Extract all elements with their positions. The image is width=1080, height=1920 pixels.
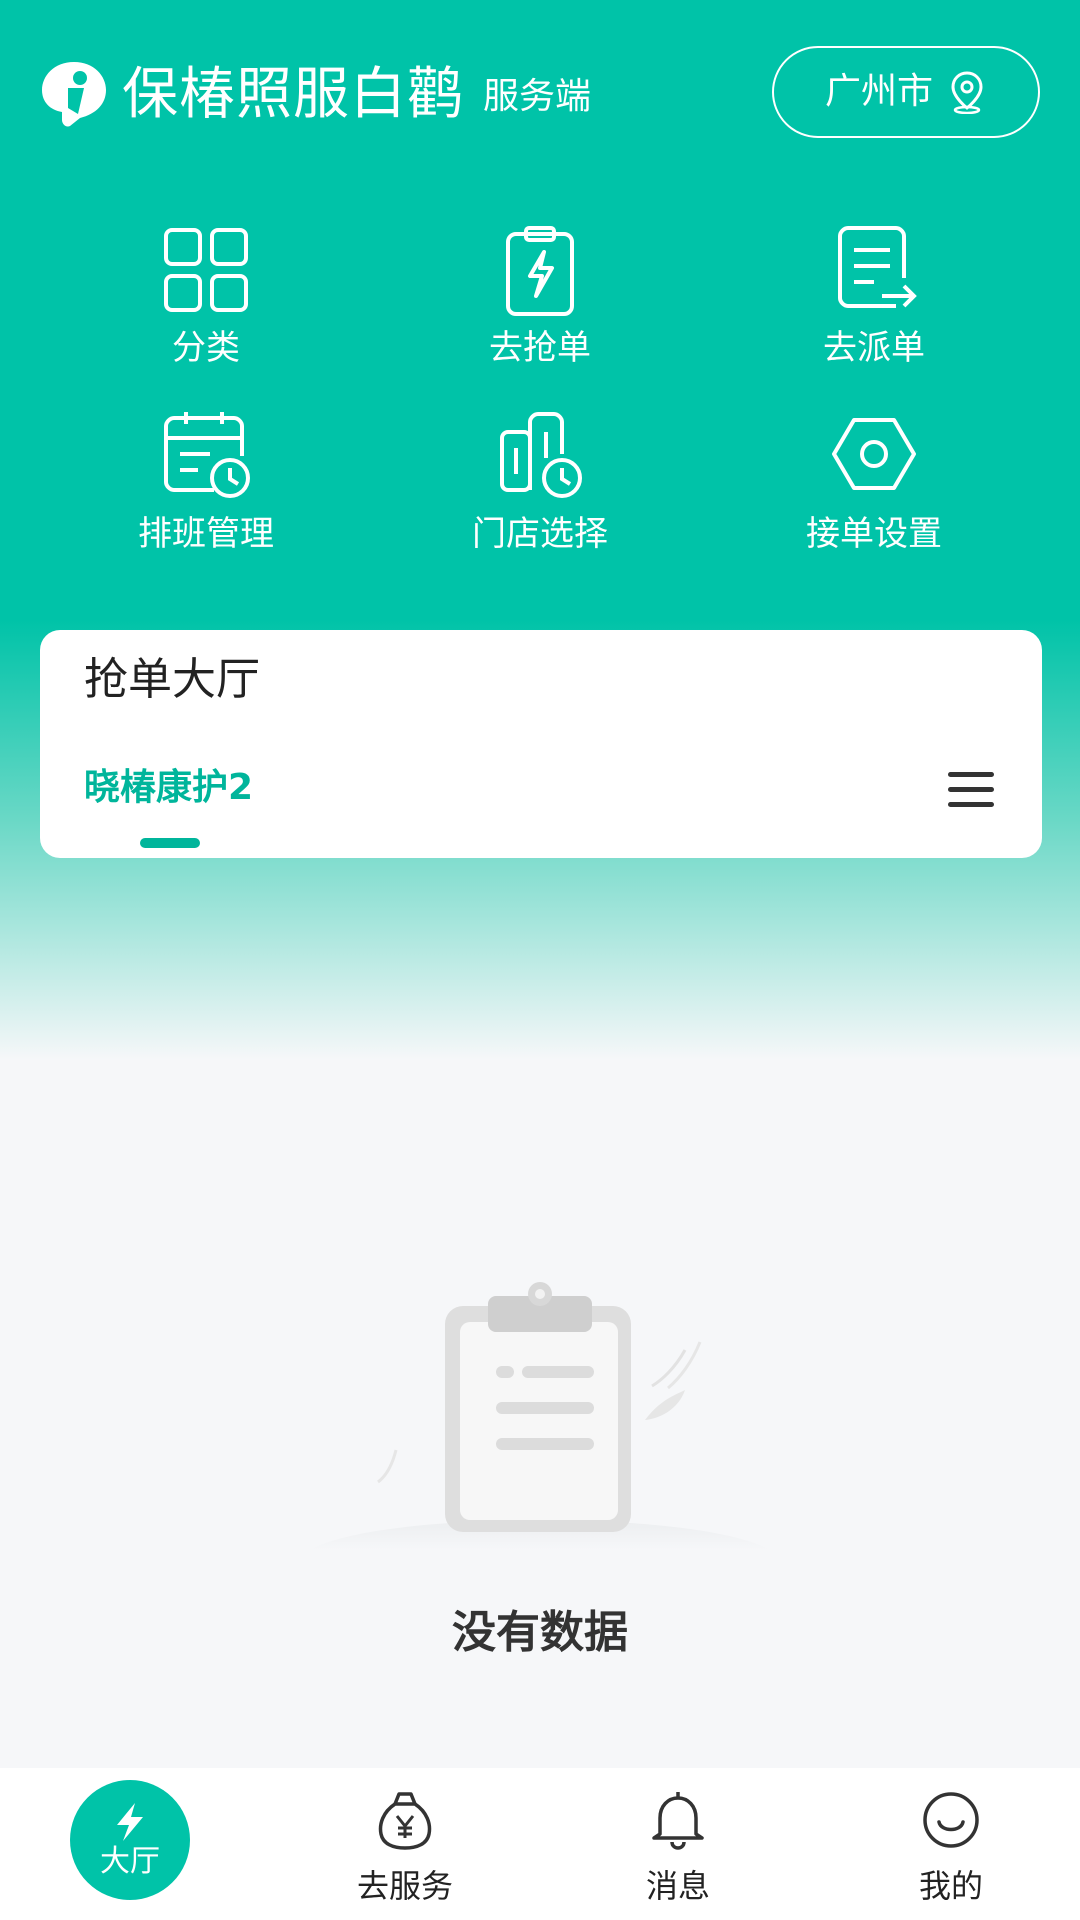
grid-item-dispatch-order[interactable]: 去派单 [764, 222, 984, 368]
grid-item-grab-order[interactable]: 去抢单 [430, 222, 650, 368]
empty-clipboard-illustration [310, 1282, 770, 1550]
grid-label: 排班管理 [138, 514, 274, 554]
card-title: 抢单大厅 [84, 654, 260, 705]
grid-label: 去派单 [823, 328, 925, 368]
nav-item-service[interactable]: 去服务 [305, 1788, 505, 1904]
order-hall-card: 抢单大厅 晓椿康护2 [40, 630, 1042, 858]
city-label: 广州市 [824, 71, 933, 112]
app-suffix: 服务端 [483, 76, 592, 117]
nav-item-profile[interactable]: 我的 [851, 1788, 1051, 1904]
grid-item-category[interactable]: 分类 [96, 222, 316, 368]
hexagon-settings-icon [832, 418, 916, 490]
grid-item-order-settings[interactable]: 接单设置 [764, 408, 984, 554]
grid-item-schedule[interactable]: 排班管理 [96, 408, 316, 554]
app-name: 保椿照服白鹳 [122, 62, 464, 127]
grid-item-store-select[interactable]: 门店选择 [430, 408, 650, 554]
nav-label: 我的 [918, 1867, 983, 1905]
nav-item-hall[interactable]: 大厅 [70, 1780, 190, 1900]
grid-icon [164, 228, 248, 312]
lightning-clipboard-icon [506, 226, 574, 316]
bottom-nav: 大厅 去服务 消息 我的 [0, 1768, 1080, 1920]
tab-store-active[interactable]: 晓椿康护2 [84, 766, 253, 810]
money-bag-icon [378, 1792, 432, 1850]
store-clock-icon [500, 412, 582, 498]
grid-label: 分类 [172, 328, 240, 368]
nav-label: 大厅 [100, 1844, 160, 1879]
menu-icon[interactable] [946, 768, 996, 812]
logo-icon [42, 62, 106, 127]
active-tab-indicator [140, 838, 200, 848]
nav-label: 去服务 [356, 1867, 453, 1905]
empty-state-text: 没有数据 [452, 1607, 628, 1658]
nav-item-messages[interactable]: 消息 [578, 1788, 778, 1904]
grid-label: 门店选择 [472, 514, 608, 554]
grid-label: 接单设置 [806, 514, 942, 554]
bell-icon [652, 1792, 704, 1850]
document-send-icon [838, 226, 917, 308]
location-pin-icon [951, 71, 983, 114]
city-selector[interactable]: 广州市 [772, 46, 1040, 138]
calendar-clock-icon [164, 412, 250, 498]
lightning-icon [117, 1803, 143, 1841]
nav-label: 消息 [645, 1867, 710, 1905]
smiley-icon [923, 1792, 979, 1848]
grid-label: 去抢单 [489, 328, 591, 368]
